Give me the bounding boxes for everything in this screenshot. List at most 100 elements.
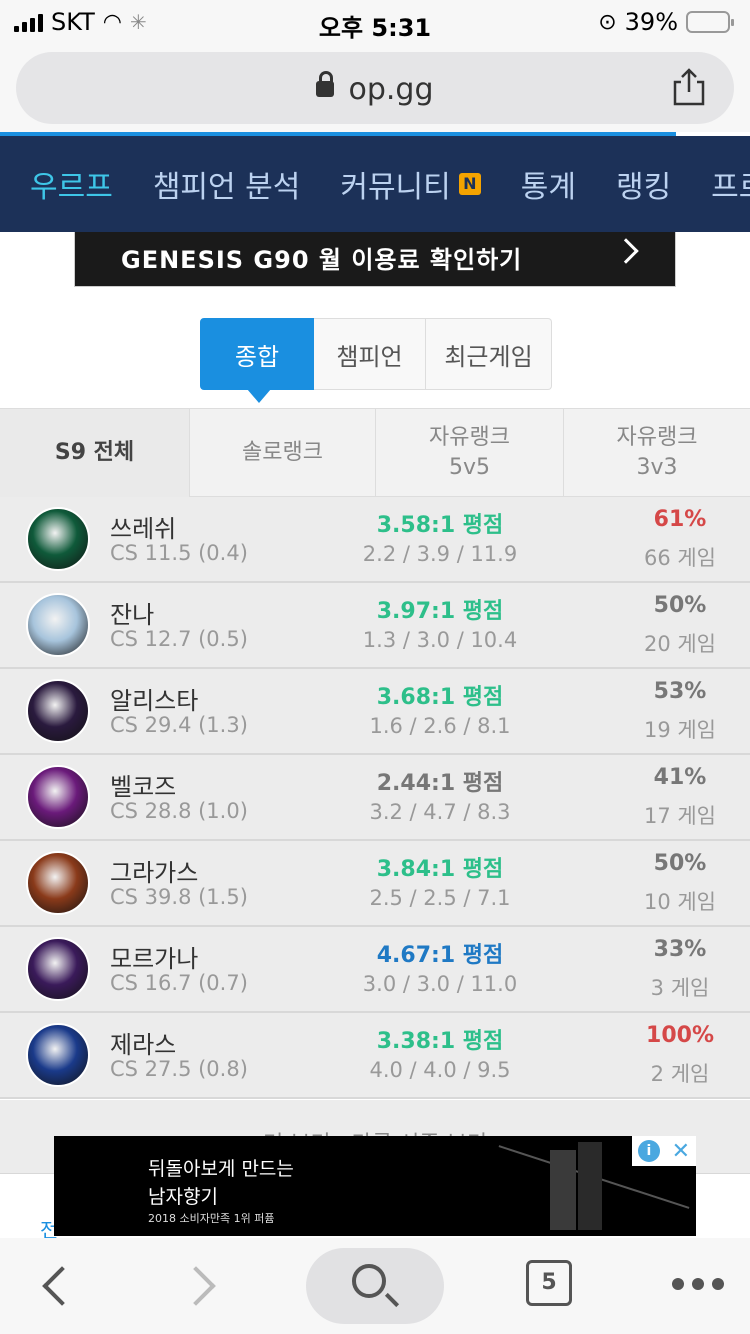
orientation-lock-icon: ⊙ bbox=[598, 9, 617, 35]
champion-cs: CS 11.5 (0.4) bbox=[110, 541, 248, 565]
more-icon[interactable] bbox=[672, 1278, 724, 1290]
season-tab-label: 자유랭크 bbox=[616, 424, 698, 450]
champion-games: 19 게임 bbox=[643, 718, 717, 742]
champion-kda: 3.68:1 평점 bbox=[376, 685, 504, 710]
address-bar-area: op.gg bbox=[0, 44, 750, 132]
champion-kda-detail: 2.5 / 2.5 / 7.1 bbox=[369, 886, 511, 910]
champion-winrate: 33% bbox=[653, 937, 707, 962]
champion-row[interactable]: 그라가스 CS 39.8 (1.5) 3.84:1 평점 2.5 / 2.5 / 7.… bbox=[0, 841, 750, 927]
battery-percent: 39% bbox=[624, 8, 678, 36]
nav-item[interactable]: 랭킹 bbox=[616, 162, 671, 206]
champion-name: 잔나 bbox=[110, 601, 155, 629]
ad-banner-top[interactable]: GENESIS G90 월 이용료 확인하기 bbox=[74, 232, 676, 287]
champion-winrate: 41% bbox=[653, 765, 707, 790]
season-tab-solo[interactable]: 솔로랭크 bbox=[190, 409, 376, 497]
champion-cs: CS 29.4 (1.3) bbox=[110, 713, 248, 737]
share-icon[interactable] bbox=[672, 68, 706, 106]
champion-cs: CS 39.8 (1.5) bbox=[110, 885, 248, 909]
champion-name: 제라스 bbox=[110, 1031, 177, 1059]
nav-item[interactable]: 프로관 bbox=[711, 162, 750, 206]
champion-name: 알리스타 bbox=[110, 687, 199, 715]
nav-item-label: 프로관 bbox=[711, 170, 750, 205]
ad-close-icon[interactable]: ✕ bbox=[672, 1139, 690, 1164]
nav-item[interactable]: 챔피언 분석 bbox=[153, 162, 301, 206]
champion-avatar bbox=[26, 937, 90, 1001]
champion-name: 모르가나 bbox=[110, 945, 199, 973]
nav-item[interactable]: 커뮤니티 N bbox=[340, 162, 481, 206]
ad-info-icon[interactable]: i bbox=[637, 1140, 660, 1162]
tab-recent-games[interactable]: 최근게임 bbox=[426, 318, 552, 390]
champion-kda: 4.67:1 평점 bbox=[376, 943, 504, 968]
season-tab-all[interactable]: S9 전체 bbox=[0, 409, 190, 497]
champion-kda-detail: 1.6 / 2.6 / 8.1 bbox=[369, 714, 511, 738]
champion-kda-detail: 1.3 / 3.0 / 10.4 bbox=[362, 628, 518, 652]
champion-winrate: 100% bbox=[646, 1023, 714, 1048]
champion-cs: CS 12.7 (0.5) bbox=[110, 627, 248, 651]
nav-item[interactable]: 우르프 bbox=[30, 162, 113, 206]
nav-item-label: 챔피언 분석 bbox=[152, 170, 301, 205]
champion-avatar bbox=[26, 851, 90, 915]
champion-kda: 3.58:1 평점 bbox=[376, 513, 504, 538]
ad-controls: i ✕ bbox=[632, 1136, 696, 1166]
champion-games: 20 게임 bbox=[643, 632, 717, 656]
ad-line-2: 남자향기 bbox=[148, 1186, 218, 1208]
champion-avatar bbox=[26, 679, 90, 743]
champion-winrate: 61% bbox=[653, 507, 707, 532]
champion-name: 쓰레쉬 bbox=[110, 515, 177, 543]
champion-games: 3 게임 bbox=[650, 976, 710, 1000]
champion-kda-detail: 4.0 / 4.0 / 9.5 bbox=[369, 1058, 511, 1082]
ad-product-image bbox=[578, 1142, 602, 1230]
champion-kda: 3.38:1 평점 bbox=[376, 1029, 504, 1054]
champion-kda: 2.44:1 평점 bbox=[376, 771, 504, 796]
season-tab-label: 자유랭크 bbox=[429, 424, 510, 450]
ad-line-3: 2018 소비자만족 1위 퍼퓸 bbox=[148, 1212, 275, 1225]
nav-item-label: 랭킹 bbox=[615, 170, 672, 205]
summary-tabs: 종합 챔피언 최근게임 bbox=[200, 318, 552, 403]
url-text: op.gg bbox=[348, 72, 434, 107]
champion-row[interactable]: 모르가나 CS 16.7 (0.7) 4.67:1 평점 3.0 / 3.0 / 11… bbox=[0, 927, 750, 1013]
ad-product-image bbox=[550, 1150, 576, 1230]
chevron-right-icon bbox=[613, 238, 639, 264]
season-tab-label: S9 전체 bbox=[54, 440, 135, 465]
champion-kda-detail: 3.2 / 4.7 / 8.3 bbox=[369, 800, 511, 824]
champion-name: 벨코즈 bbox=[110, 773, 177, 801]
tab-summary[interactable]: 종합 bbox=[200, 318, 314, 403]
champion-row[interactable]: 알리스타 CS 29.4 (1.3) 3.68:1 평점 1.6 / 2.6 / 8.… bbox=[0, 669, 750, 755]
champion-winrate: 50% bbox=[653, 593, 707, 618]
champion-row[interactable]: 제라스 CS 27.5 (0.8) 3.38:1 평점 4.0 / 4.0 / 9.5… bbox=[0, 1013, 750, 1099]
champion-avatar bbox=[26, 1023, 90, 1087]
champion-kda-detail: 2.2 / 3.9 / 11.9 bbox=[362, 542, 518, 566]
url-display[interactable]: op.gg bbox=[16, 71, 734, 107]
champion-cs: CS 27.5 (0.8) bbox=[110, 1057, 248, 1081]
champion-kda: 3.97:1 평점 bbox=[376, 599, 504, 624]
status-bar: SKT ◠ ✳ 오후 5:31 ⊙ 39% bbox=[0, 0, 750, 44]
tabs-button[interactable]: 5 bbox=[526, 1260, 572, 1306]
champion-kda-detail: 3.0 / 3.0 / 11.0 bbox=[362, 972, 518, 996]
champion-row[interactable]: 쓰레쉬 CS 11.5 (0.4) 3.58:1 평점 2.2 / 3.9 / 11.… bbox=[0, 497, 750, 583]
tab-champion[interactable]: 챔피언 bbox=[314, 318, 426, 390]
champion-row[interactable]: 벨코즈 CS 28.8 (1.0) 2.44:1 평점 3.2 / 4.7 / 8.3… bbox=[0, 755, 750, 841]
back-icon[interactable] bbox=[42, 1266, 82, 1306]
season-tab-flex-5v5[interactable]: 자유랭크 5v5 bbox=[376, 409, 564, 497]
new-badge: N bbox=[458, 173, 481, 195]
nav-item[interactable]: 통계 bbox=[521, 162, 576, 206]
nav-item-label: 우르프 bbox=[30, 170, 113, 205]
champion-cs: CS 16.7 (0.7) bbox=[110, 971, 248, 995]
address-bar[interactable]: op.gg bbox=[16, 52, 734, 124]
season-tab-sublabel: 5v5 bbox=[448, 454, 490, 480]
champion-name: 그라가스 bbox=[110, 859, 199, 887]
champion-games: 10 게임 bbox=[643, 890, 717, 914]
season-tab-sublabel: 3v3 bbox=[636, 454, 678, 480]
ad-banner-bottom[interactable]: 뒤돌아보게 만드는 남자향기 2018 소비자만족 1위 퍼퓸 bbox=[54, 1136, 696, 1236]
ad-line-1: 뒤돌아보게 만드는 bbox=[148, 1158, 294, 1180]
season-tabs: S9 전체 솔로랭크 자유랭크 5v5 자유랭크 3v3 bbox=[0, 408, 750, 497]
lock-icon bbox=[316, 71, 335, 97]
forward-icon[interactable] bbox=[176, 1266, 216, 1306]
search-button[interactable] bbox=[306, 1248, 444, 1324]
champion-games: 17 게임 bbox=[643, 804, 717, 828]
champion-avatar bbox=[26, 765, 90, 829]
champion-row[interactable]: 잔나 CS 12.7 (0.5) 3.97:1 평점 1.3 / 3.0 / 10.4… bbox=[0, 583, 750, 669]
nav-item-label: 통계 bbox=[520, 170, 576, 205]
champion-winrate: 53% bbox=[653, 679, 707, 704]
season-tab-flex-3v3[interactable]: 자유랭크 3v3 bbox=[564, 409, 750, 497]
